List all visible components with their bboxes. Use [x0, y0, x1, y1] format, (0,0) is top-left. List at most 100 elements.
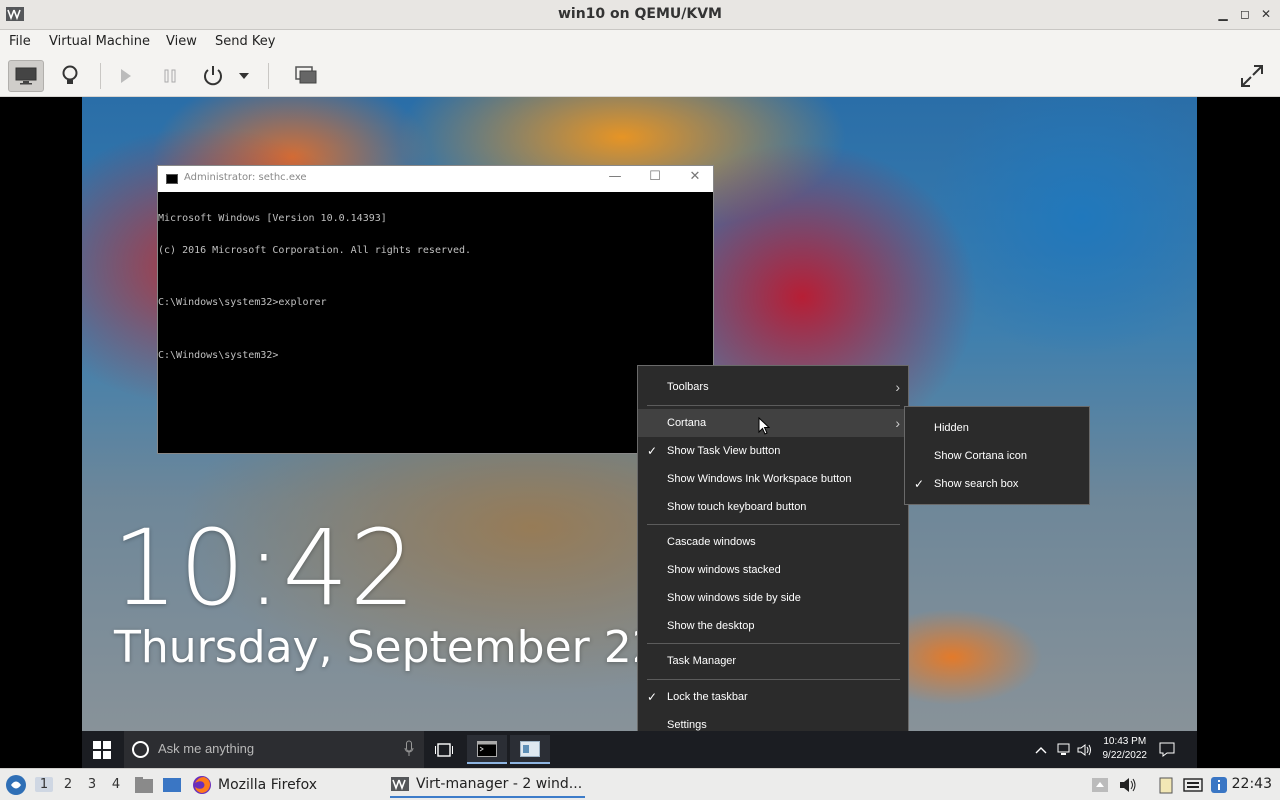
start-menu-icon[interactable] [5, 774, 27, 796]
menu-item-label: Show windows stacked [667, 564, 781, 576]
speaker-tray-icon[interactable] [1118, 776, 1138, 794]
cmd-maximize-button[interactable]: ☐ [645, 169, 665, 184]
app-window-icon [520, 740, 540, 757]
title-bar: win10 on QEMU/KVM ▁ ◻ ✕ [0, 0, 1280, 30]
menu-item-show-task-view[interactable]: ✓ Show Task View button [638, 437, 908, 465]
speaker-icon [1077, 743, 1091, 756]
lock-screen-time: 10:42 [112, 507, 417, 629]
tray-arrow-icon[interactable] [1090, 776, 1110, 794]
menu-virtual-machine[interactable]: Virtual Machine [49, 34, 150, 49]
window-title: win10 on QEMU/KVM [557, 6, 722, 22]
cmd-line: Microsoft Windows [Version 10.0.14393] [158, 213, 387, 224]
taskbar-context-menu: Toolbars › Cortana › ✓ Show Task View bu… [637, 365, 909, 746]
host-panel: 1 2 3 4 Mozilla Firefox Virt-manager - 2… [0, 768, 1280, 800]
menu-item-windows-side-by-side[interactable]: Show windows side by side [638, 584, 908, 612]
desktop-1-button[interactable]: 1 [35, 777, 53, 792]
cortana-icon [132, 741, 149, 758]
run-button[interactable] [108, 60, 144, 92]
maximize-button[interactable]: ◻ [1238, 6, 1252, 22]
network-tray-button[interactable] [1057, 731, 1073, 768]
cmd-line: C:\Windows\system32>explorer [158, 297, 327, 308]
cmd-window[interactable]: Administrator: sethc.exe — ☐ ✕ Microsoft… [157, 165, 714, 454]
fullscreen-icon [1241, 65, 1263, 87]
menu-item-label: Show Task View button [667, 445, 781, 457]
checkmark-icon: ✓ [647, 444, 658, 458]
menu-view[interactable]: View [166, 34, 197, 49]
task-view-icon [435, 742, 453, 757]
minimize-button[interactable]: ▁ [1216, 6, 1230, 22]
details-view-button[interactable] [52, 60, 88, 92]
show-hidden-icons[interactable] [1035, 731, 1047, 768]
file-manager-icon[interactable] [134, 776, 154, 794]
taskbar-firefox[interactable]: Mozilla Firefox [192, 772, 317, 798]
menu-item-label: Show Cortana icon [934, 450, 1027, 462]
menu-item-label: Show search box [934, 478, 1019, 490]
taskbar-cmd[interactable] [467, 735, 507, 764]
cmd-title-bar[interactable]: Administrator: sethc.exe — ☐ ✕ [158, 166, 713, 192]
menu-item-label: Show windows side by side [667, 592, 801, 604]
menu-item-windows-stacked[interactable]: Show windows stacked [638, 556, 908, 584]
guest-date: 9/22/2022 [1102, 750, 1148, 761]
shutdown-button[interactable] [195, 60, 231, 92]
menu-item-show-desktop[interactable]: Show the desktop [638, 612, 908, 640]
taskbar-virt-manager[interactable]: Virt-manager - 2 wind... [390, 772, 585, 798]
guest-time: 10:43 PM [1103, 736, 1147, 747]
clipboard-icon[interactable] [1156, 776, 1176, 794]
start-button[interactable] [82, 731, 122, 768]
pause-icon [164, 69, 176, 83]
taskbar-label: Mozilla Firefox [218, 777, 318, 793]
menu-item-show-ink-workspace[interactable]: Show Windows Ink Workspace button [638, 465, 908, 493]
snapshots-icon [295, 66, 317, 84]
cmd-minimize-button[interactable]: — [605, 169, 625, 184]
console-view-button[interactable] [8, 60, 44, 92]
menu-item-label: Settings [667, 719, 707, 731]
cortana-search-box[interactable]: Ask me anything [124, 731, 424, 768]
guest-clock[interactable]: 10:43 PM 9/22/2022 [1103, 735, 1148, 763]
windows-logo-icon [93, 740, 111, 759]
shutdown-dropdown[interactable] [234, 60, 254, 92]
notification-icon [1159, 742, 1175, 757]
close-button[interactable]: ✕ [1259, 6, 1273, 22]
monitor-icon [15, 67, 37, 85]
snapshots-button[interactable] [288, 60, 324, 92]
search-placeholder: Ask me anything [158, 741, 255, 756]
desktop-4-button[interactable]: 4 [107, 777, 125, 792]
cmd-close-button[interactable]: ✕ [685, 169, 705, 184]
info-icon[interactable] [1209, 776, 1229, 794]
task-view-button[interactable] [424, 735, 464, 764]
menu-item-cortana[interactable]: Cortana › [638, 409, 908, 437]
microphone-icon[interactable] [404, 740, 414, 758]
menu-item-toolbars[interactable]: Toolbars › [638, 373, 908, 401]
show-desktop-icon[interactable] [162, 776, 182, 794]
cmd-output[interactable]: Microsoft Windows [Version 10.0.14393] (… [158, 192, 713, 382]
host-clock[interactable]: 22:43 [1232, 776, 1272, 792]
chevron-up-icon [1035, 746, 1047, 753]
menu-item-label: Cascade windows [667, 536, 756, 548]
menu-item-label: Toolbars [667, 381, 709, 393]
mouse-cursor-icon [758, 417, 770, 435]
volume-tray-button[interactable] [1077, 731, 1093, 768]
taskbar-explorer[interactable] [510, 735, 550, 764]
submenu-item-show-cortana-icon[interactable]: Show Cortana icon [905, 442, 1089, 470]
keyboard-icon[interactable] [1183, 776, 1203, 794]
guest-display[interactable]: 10:42 Thursday, September 22 Administrat… [82, 97, 1197, 768]
menu-item-task-manager[interactable]: Task Manager [638, 647, 908, 675]
menu-item-lock-taskbar[interactable]: ✓ Lock the taskbar [638, 683, 908, 711]
menu-item-show-touch-keyboard[interactable]: Show touch keyboard button [638, 493, 908, 521]
menu-file[interactable]: File [9, 34, 31, 49]
taskbar-label: Virt-manager - 2 wind... [416, 776, 583, 792]
submenu-item-show-search-box[interactable]: ✓ Show search box [905, 470, 1089, 498]
desktop-3-button[interactable]: 3 [83, 777, 101, 792]
pause-button[interactable] [152, 60, 188, 92]
cmd-line: (c) 2016 Microsoft Corporation. All righ… [158, 244, 472, 256]
fullscreen-button[interactable] [1234, 60, 1270, 92]
desktop-2-button[interactable]: 2 [59, 777, 77, 792]
menu-item-label: Show touch keyboard button [667, 501, 807, 513]
play-icon [121, 69, 131, 83]
action-center-button[interactable] [1159, 731, 1175, 768]
menu-item-cascade-windows[interactable]: Cascade windows [638, 528, 908, 556]
cmd-taskbar-icon [477, 740, 497, 757]
guest-taskbar[interactable]: Ask me anything 10:43 PM 9/22/2022 [82, 731, 1197, 768]
menu-send-key[interactable]: Send Key [215, 34, 275, 49]
submenu-item-hidden[interactable]: Hidden [905, 414, 1089, 442]
